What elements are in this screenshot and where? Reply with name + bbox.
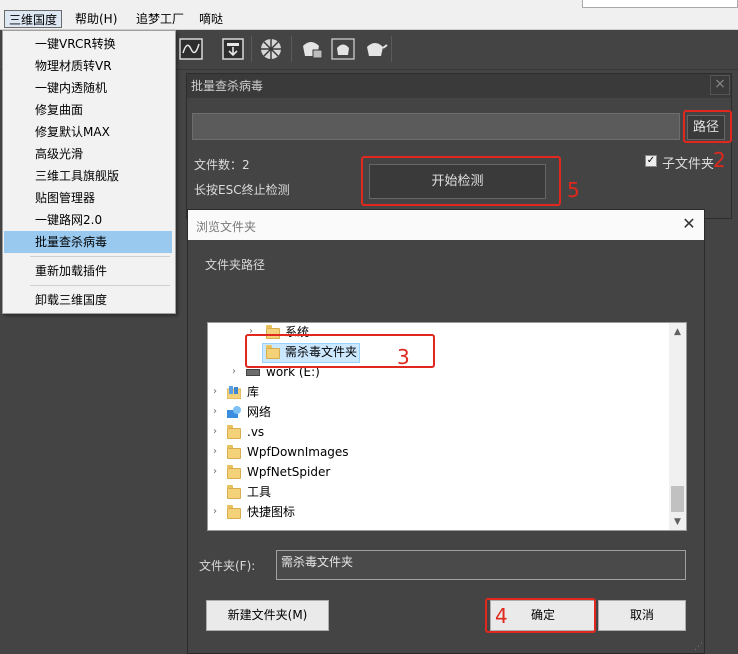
dialog-description: 文件夹路径	[205, 258, 266, 272]
dialog-titlebar	[188, 210, 704, 240]
annotation-box-start	[361, 156, 561, 206]
network-icon	[227, 406, 241, 419]
annotation-number-5: 5	[567, 178, 580, 202]
material-editor-icon[interactable]	[258, 36, 284, 62]
annotation-number-3: 3	[397, 345, 410, 369]
scroll-down-icon[interactable]: ▼	[669, 515, 686, 529]
menu-item-uninstall[interactable]: 卸载三维国度	[4, 289, 172, 311]
render-setup-icon[interactable]	[298, 36, 324, 62]
dialog-close-icon[interactable]: ✕	[680, 215, 698, 233]
subfolder-checkbox[interactable]: ✓	[645, 155, 657, 167]
folder-icon	[227, 505, 241, 519]
file-count-label: 文件数：2	[194, 158, 250, 172]
menu-item-road-network[interactable]: 一键路网2.0	[4, 209, 172, 231]
tree-item-library[interactable]: 库	[247, 382, 259, 402]
subfolder-label: 子文件夹	[662, 157, 715, 172]
toolbar-separator	[391, 36, 392, 62]
scroll-up-icon[interactable]: ▲	[669, 325, 686, 339]
toolbar-separator	[251, 36, 252, 62]
tree-item-network[interactable]: 网络	[247, 402, 271, 422]
expand-chevron-icon[interactable]: ›	[210, 502, 220, 522]
menu-item-advanced-smooth[interactable]: 高级光滑	[4, 143, 172, 165]
curve-editor-icon[interactable]	[178, 36, 204, 62]
panel-title: 批量查杀病毒	[191, 79, 264, 93]
tree-item-vs[interactable]: .vs	[247, 422, 264, 442]
quick-render-icon[interactable]	[362, 36, 388, 62]
tree-item-shortcuts[interactable]: 快捷图标	[247, 502, 295, 522]
panel-titlebar	[187, 74, 731, 98]
tree-item-wpfnetspider[interactable]: WpfNetSpider	[247, 462, 330, 482]
menu-item-batch-virus-scan[interactable]: 批量查杀病毒	[4, 231, 172, 253]
menu-separator	[30, 256, 170, 257]
menu-item-fix-default-max[interactable]: 修复默认MAX	[4, 121, 172, 143]
menu-dida[interactable]: 嘀哒	[195, 10, 227, 28]
menu-separator	[30, 285, 170, 286]
expand-chevron-icon[interactable]: ›	[210, 382, 220, 402]
menu-sanweiguodu[interactable]: 三维国度	[4, 10, 63, 28]
folder-icon	[227, 425, 241, 439]
top-search-box[interactable]	[582, 0, 738, 8]
menu-item-reload-plugins[interactable]: 重新加载插件	[4, 260, 172, 282]
folder-icon	[227, 465, 241, 479]
expand-chevron-icon[interactable]: ›	[210, 422, 220, 442]
tree-item-wpfdownimages[interactable]: WpfDownImages	[247, 442, 349, 462]
dialog-title: 浏览文件夹	[196, 220, 257, 234]
menu-item-fix-surface[interactable]: 修复曲面	[4, 99, 172, 121]
path-input[interactable]	[192, 113, 680, 140]
folder-name-input[interactable]: 需杀毒文件夹	[276, 550, 686, 580]
scrollbar-thumb[interactable]	[671, 486, 684, 512]
new-folder-button[interactable]: 新建文件夹(M)	[206, 600, 329, 631]
folder-field-label: 文件夹(F):	[199, 559, 256, 573]
esc-hint-label: 长按ESC终止检测	[194, 183, 290, 197]
menu-item-tools-flagship[interactable]: 三维工具旗舰版	[4, 165, 172, 187]
expand-chevron-icon[interactable]: ›	[210, 462, 220, 482]
toolbar-separator	[291, 36, 292, 62]
menu-item-interior-random[interactable]: 一键内透随机	[4, 77, 172, 99]
expand-chevron-icon[interactable]: ›	[210, 442, 220, 462]
menu-item-vrcr-convert[interactable]: 一键VRCR转换	[4, 33, 172, 55]
folder-icon	[227, 445, 241, 459]
tree-item-tools[interactable]: 工具	[247, 482, 271, 502]
menu-item-texture-manager[interactable]: 贴图管理器	[4, 187, 172, 209]
menu-help[interactable]: 帮助(H)	[71, 10, 121, 28]
resize-grip-icon[interactable]: ⋰	[694, 642, 703, 652]
panel-close-icon[interactable]: ×	[710, 75, 730, 95]
cancel-button[interactable]: 取消	[598, 600, 686, 631]
menu-zhuimeng[interactable]: 追梦工厂	[132, 10, 188, 28]
drive-icon	[246, 369, 260, 376]
library-icon	[226, 386, 242, 400]
annotation-box-path	[683, 110, 732, 143]
expand-chevron-icon[interactable]: ›	[229, 362, 239, 382]
render-frame-icon[interactable]	[220, 36, 246, 62]
menu-item-physical-to-vr[interactable]: 物理材质转VR	[4, 55, 172, 77]
expand-chevron-icon[interactable]: ›	[210, 402, 220, 422]
teapot-render-icon[interactable]	[330, 36, 356, 62]
annotation-number-2: 2	[713, 148, 726, 172]
folder-icon	[227, 485, 241, 499]
annotation-number-4: 4	[495, 604, 508, 628]
